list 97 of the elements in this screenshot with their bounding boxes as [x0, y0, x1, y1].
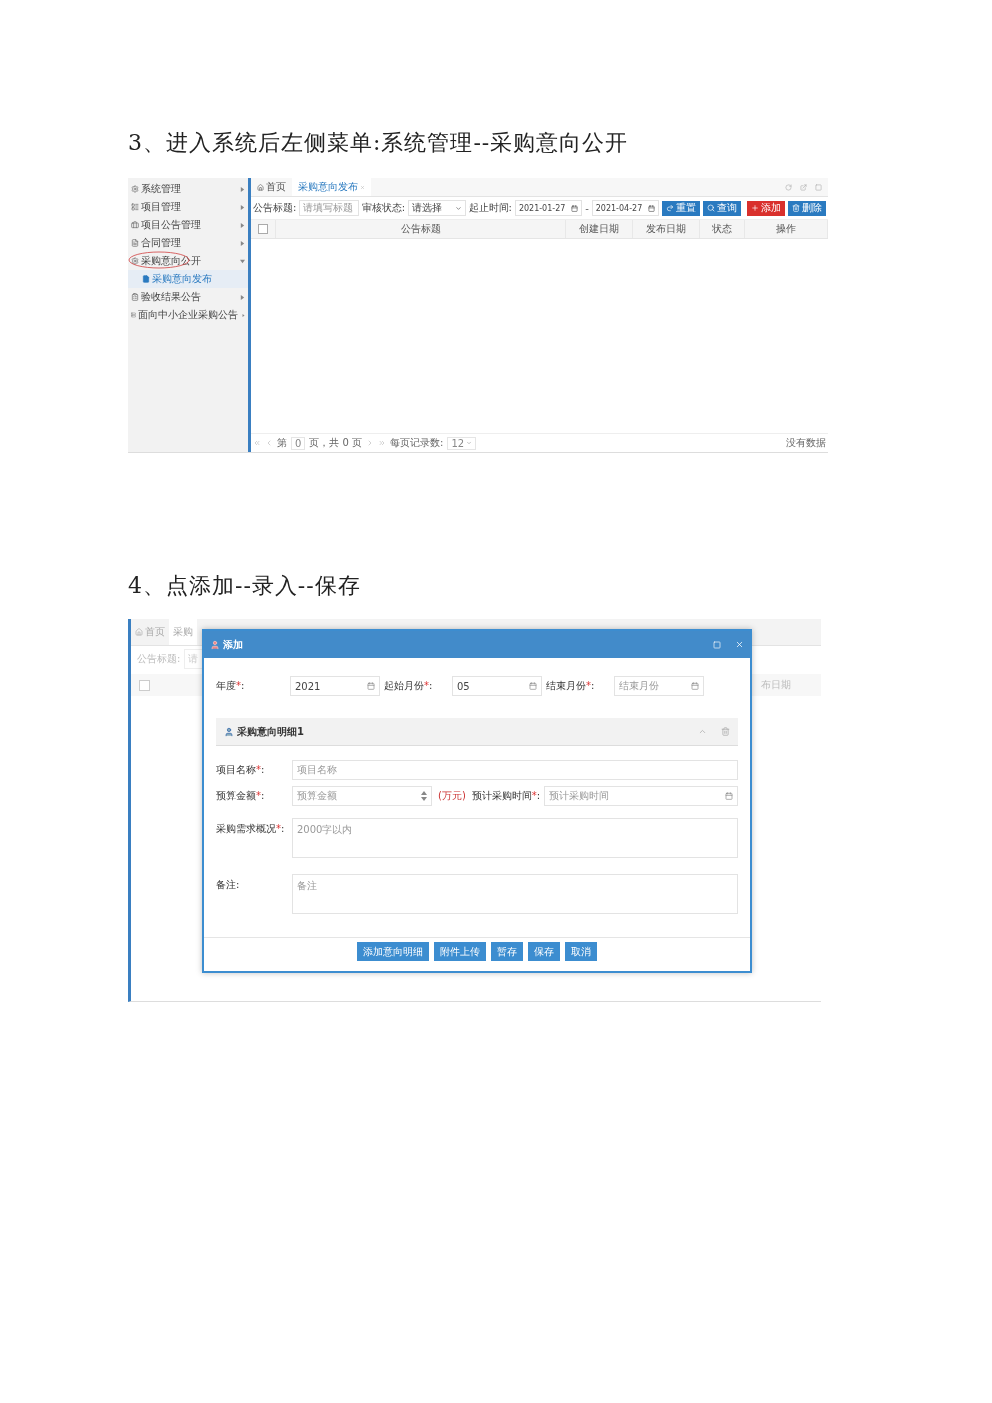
redo-icon [666, 204, 674, 212]
filter-label: 公告标题: [253, 201, 297, 215]
field-label: 预计采购时间*: [471, 789, 542, 803]
calendar-icon [725, 792, 733, 800]
dialog-button[interactable]: 暂存 [491, 942, 523, 961]
field-label: 采购需求概况*: [216, 822, 286, 836]
sidebar-item[interactable]: 采购意向公开 [128, 252, 248, 270]
dropdown-icon [454, 204, 462, 212]
dialog-button[interactable]: 取消 [565, 942, 597, 961]
sidebar-item[interactable]: 面向中小企业采购公告 [128, 306, 248, 324]
select-all-checkbox[interactable] [139, 679, 150, 691]
range-separator: - [585, 202, 589, 214]
file-icon [142, 275, 150, 283]
select-all-checkbox[interactable] [258, 224, 268, 234]
column-header: 创建日期 [566, 220, 633, 238]
home-icon [257, 183, 264, 191]
column-header: 发布日期 [633, 220, 700, 238]
calendar-icon [691, 682, 699, 690]
pager-text: 第 [277, 436, 287, 450]
collapse-icon[interactable] [698, 727, 707, 736]
menu-icon [131, 257, 139, 265]
month-field[interactable]: 结束月份 [614, 676, 704, 696]
menu-icon [131, 185, 139, 193]
date-field[interactable]: 2021-01-27 [514, 200, 583, 216]
sidebar-item[interactable]: 验收结果公告 [128, 288, 248, 306]
dropdown-icon [466, 440, 473, 446]
menu-icon [131, 311, 136, 319]
tab[interactable]: 采购意向发布 [292, 178, 371, 196]
spinner-icon[interactable] [421, 791, 427, 801]
add-button[interactable]: 添加 [747, 200, 785, 216]
dialog-button[interactable]: 附件上传 [434, 942, 486, 961]
month-field[interactable]: 05 [452, 676, 542, 696]
page-field[interactable]: 0 [291, 436, 306, 450]
column-header: 状态 [700, 220, 745, 238]
menu-icon [131, 221, 139, 229]
trash-icon [792, 204, 800, 212]
sidebar-subitem[interactable]: 采购意向发布 [128, 270, 248, 288]
plus-icon [751, 204, 759, 212]
pager-text: 页，共 0 页 [309, 436, 363, 450]
filter-label: 起止时间: [468, 201, 512, 215]
calendar-icon [571, 204, 579, 212]
page-size-select[interactable]: 12 [447, 436, 477, 450]
field-label: 结束月份*: [546, 679, 596, 693]
prev-page-icon[interactable] [265, 439, 273, 447]
pager-text: 每页记录数: [390, 436, 444, 450]
last-page-icon[interactable] [378, 439, 387, 447]
text-area[interactable]: 2000字以内 [292, 818, 738, 858]
dialog-button[interactable]: 添加意向明细 [357, 942, 429, 961]
month-field[interactable]: 2021 [290, 676, 380, 696]
title-field[interactable]: 请填写标题 [299, 200, 359, 216]
sidebar-item[interactable]: 合同管理 [128, 234, 248, 252]
column-header: 操作 [745, 220, 828, 238]
sidebar-item[interactable]: 系统管理 [128, 180, 248, 198]
field-label: 年度*: [216, 679, 246, 693]
close-icon[interactable] [360, 184, 365, 190]
calendar-icon [367, 682, 375, 690]
trash-icon[interactable] [721, 727, 730, 736]
home-icon [135, 628, 143, 636]
status-select[interactable]: 请选择 [408, 200, 466, 216]
column-header: 公告标题 [276, 220, 566, 238]
menu-icon [131, 239, 139, 247]
popout-icon[interactable] [800, 183, 807, 191]
search-icon [707, 204, 715, 212]
tab[interactable]: 首页 [251, 178, 292, 196]
first-page-icon[interactable] [253, 439, 261, 447]
field-label: 备注: [216, 878, 241, 892]
sidebar-item[interactable]: 项目公告管理 [128, 216, 248, 234]
search-button[interactable]: 查询 [703, 200, 741, 216]
menu-icon [131, 293, 139, 301]
text-area[interactable]: 备注 [292, 874, 738, 914]
user-icon [224, 726, 234, 737]
reset-button[interactable]: 重置 [662, 200, 700, 216]
date-field[interactable]: 2021-04-27 [591, 200, 659, 216]
filter-label: 公告标题: [137, 652, 181, 666]
field-label: 项目名称*: [216, 763, 266, 777]
sidebar-item[interactable]: 项目管理 [128, 198, 248, 216]
empty-message: 没有数据 [786, 436, 826, 450]
menu-icon [131, 203, 139, 211]
date-field[interactable]: 预计采购时间 [543, 786, 738, 806]
section-title: 采购意向明细1 [237, 724, 304, 739]
calendar-icon [529, 682, 537, 690]
field-label: 起始月份*: [384, 679, 434, 693]
tab[interactable]: 采购 [169, 619, 197, 645]
name-field[interactable]: 项目名称 [292, 760, 738, 780]
dialog-button[interactable]: 保存 [528, 942, 560, 961]
refresh-icon[interactable] [785, 183, 792, 191]
calendar-icon [648, 204, 655, 212]
filter-label: 审核状态: [361, 201, 406, 215]
user-icon [210, 639, 220, 650]
field-label: 预算金额*: [216, 789, 266, 803]
unit-label: (万元) [438, 789, 466, 803]
dialog-title: 添加 [223, 637, 243, 652]
maximize-icon[interactable] [815, 183, 822, 191]
delete-button[interactable]: 删除 [788, 200, 826, 216]
step-heading: 3、进入系统后左侧菜单:系统管理--采购意向公开 [128, 129, 630, 157]
step-heading: 4、点添加--录入--保存 [128, 572, 362, 600]
budget-field[interactable]: 预算金额 [292, 786, 432, 806]
